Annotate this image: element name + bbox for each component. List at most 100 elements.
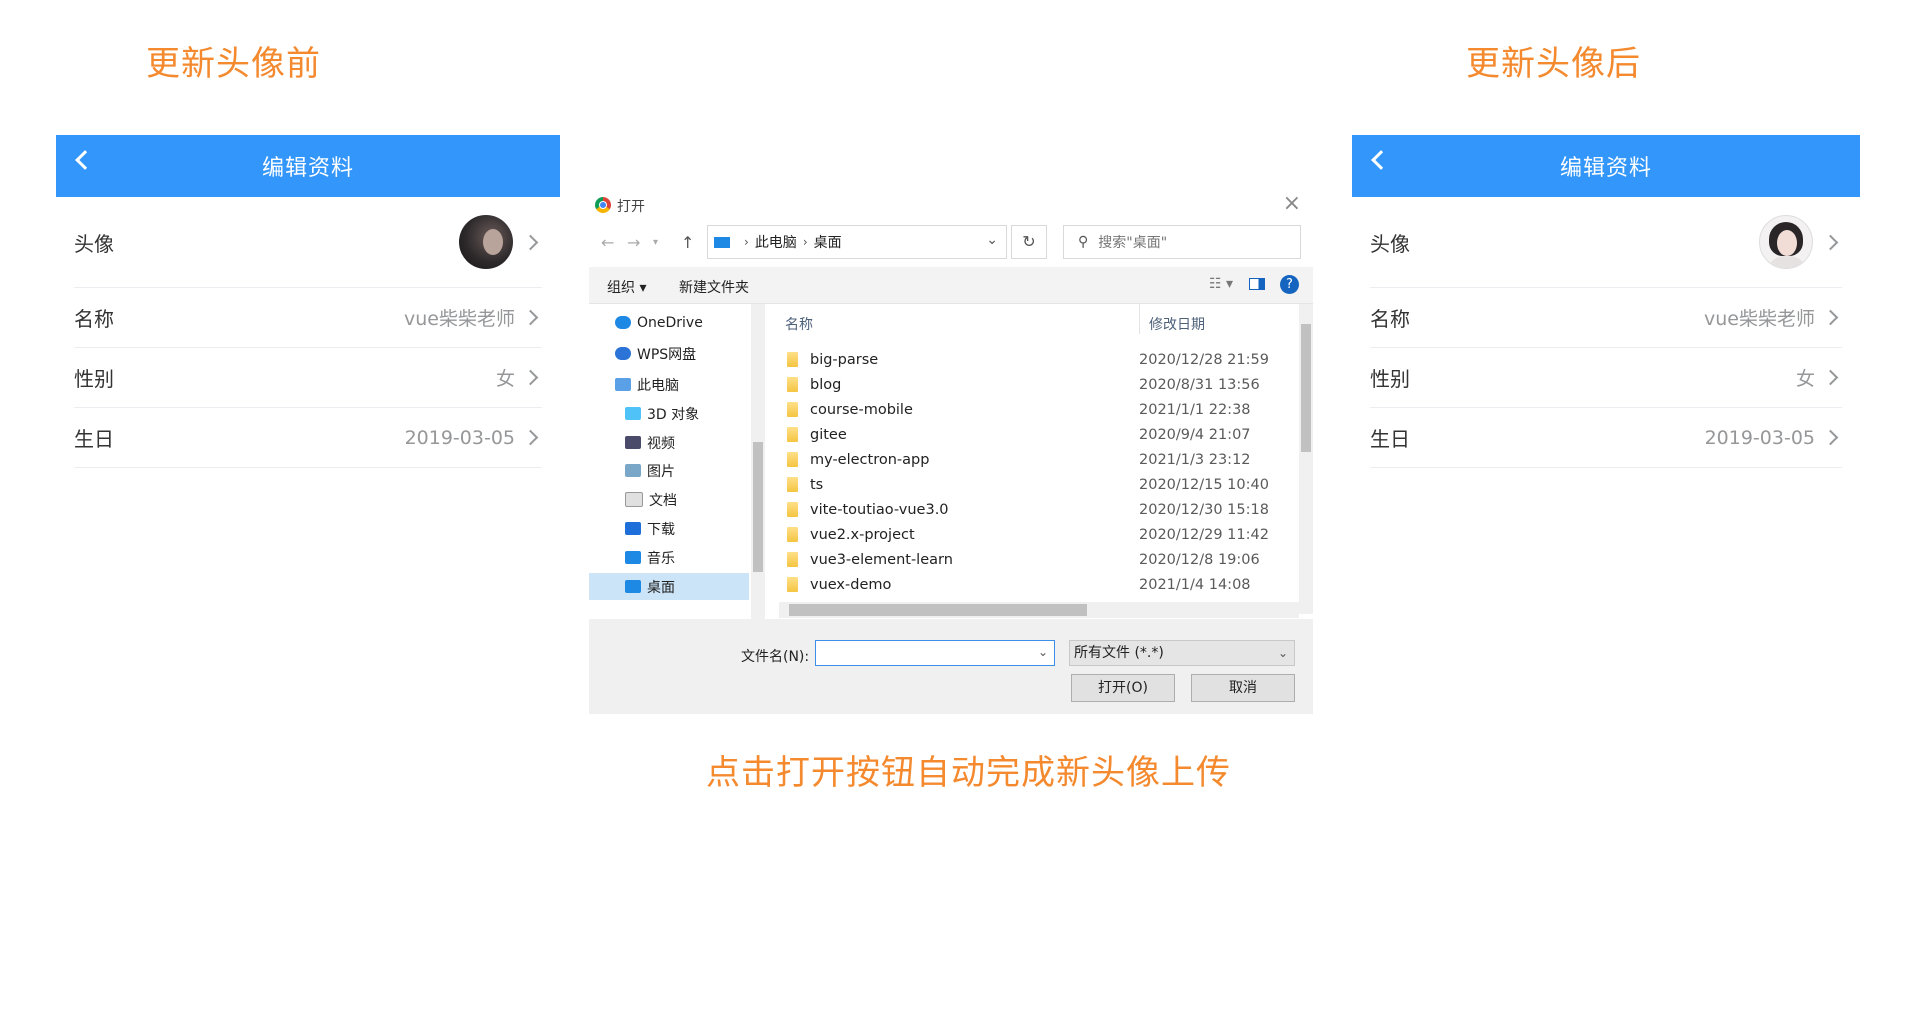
refresh-icon[interactable]: ↻ (1011, 225, 1047, 259)
file-row[interactable]: gitee 2020/9/4 21:07 (769, 422, 1289, 447)
nav-item-3d[interactable]: 3D 对象 (589, 400, 749, 427)
chrome-icon (595, 197, 611, 213)
chevron-right-icon (522, 309, 539, 326)
folder-icon (787, 402, 798, 417)
file-list-vertical-scrollbar[interactable] (1299, 304, 1313, 614)
profile-edit-before: 编辑资料 头像 名称 vue柴柴老师 性别 女 生日 2019-03-05 (56, 135, 560, 468)
file-row[interactable]: vue2.x-project 2020/12/29 11:42 (769, 522, 1289, 547)
caption-after: 更新头像后 (1466, 44, 1641, 84)
birthday-row[interactable]: 生日 2019-03-05 (74, 408, 542, 468)
gender-row[interactable]: 性别 女 (1370, 348, 1842, 408)
row-label: 头像 (74, 231, 114, 256)
dialog-title: 打开 (617, 199, 645, 215)
video-icon (625, 436, 641, 449)
nav-item-music[interactable]: 音乐 (589, 544, 749, 571)
avatar-row[interactable]: 头像 (1370, 197, 1842, 288)
back-arrow-icon[interactable] (1371, 150, 1391, 170)
picture-icon (625, 464, 641, 477)
breadcrumb-this-pc[interactable]: 此电脑 (755, 232, 797, 252)
download-icon (625, 522, 641, 535)
folder-icon (787, 577, 798, 592)
cancel-button[interactable]: 取消 (1191, 674, 1295, 702)
folder-icon (787, 452, 798, 467)
row-label: 生日 (1370, 427, 1410, 451)
file-row[interactable]: my-electron-app 2021/1/3 23:12 (769, 447, 1289, 472)
folder-icon (787, 552, 798, 567)
breadcrumb-desktop[interactable]: 桌面 (814, 232, 842, 252)
chevron-right-icon: › (744, 235, 749, 249)
file-row[interactable]: blog 2020/8/31 13:56 (769, 372, 1289, 397)
help-icon[interactable]: ? (1280, 275, 1299, 294)
nav-item-desktop[interactable]: 桌面 (589, 573, 749, 600)
chevron-down-icon: ⌄ (1277, 646, 1288, 660)
filename-input[interactable]: ⌄ (815, 640, 1055, 666)
nav-item-video[interactable]: 视频 (589, 429, 749, 456)
forward-icon[interactable]: → (627, 233, 640, 252)
filetype-select[interactable]: 所有文件 (*.*) ⌄ (1069, 640, 1295, 666)
organize-menu[interactable]: 组织 ▾ (607, 277, 646, 297)
nav-item-wps[interactable]: WPS网盘 (589, 340, 749, 367)
back-icon[interactable]: ← (601, 233, 614, 252)
search-input[interactable]: ⚲ 搜索"桌面" (1063, 225, 1301, 259)
cube-icon (625, 407, 641, 420)
file-row[interactable]: course-mobile 2021/1/1 22:38 (769, 397, 1289, 422)
file-row[interactable]: vuex-demo 2021/1/4 14:08 (769, 572, 1289, 597)
nav-item-downloads[interactable]: 下载 (589, 515, 749, 542)
nav-item-onedrive[interactable]: OneDrive (589, 309, 749, 336)
column-header-name[interactable]: 名称 (785, 314, 813, 334)
file-row[interactable]: vite-toutiao-vue3.0 2020/12/30 15:18 (769, 497, 1289, 522)
row-label: 性别 (74, 367, 114, 391)
nav-scrollbar[interactable] (751, 304, 765, 624)
folder-icon (787, 352, 798, 367)
birthday-row[interactable]: 生日 2019-03-05 (1370, 408, 1842, 468)
file-list-horizontal-scrollbar[interactable] (779, 602, 1299, 618)
folder-icon (787, 527, 798, 542)
avatar (459, 215, 513, 269)
file-row[interactable]: big-parse 2020/12/28 21:59 (769, 347, 1289, 372)
file-row[interactable]: ts 2020/12/15 10:40 (769, 472, 1289, 497)
row-label: 生日 (74, 427, 114, 451)
view-options-icon[interactable]: ☷ ▾ (1209, 276, 1233, 292)
search-icon: ⚲ (1078, 234, 1089, 250)
row-label: 性别 (1370, 367, 1410, 391)
chevron-right-icon (522, 234, 539, 250)
nav-item-this-pc[interactable]: 此电脑 (589, 371, 749, 398)
avatar (1759, 215, 1813, 269)
path-breadcrumb[interactable]: › 此电脑 › 桌面 ⌄ (707, 225, 1007, 259)
close-icon[interactable]: × (1283, 191, 1301, 216)
preview-pane-icon[interactable] (1249, 278, 1265, 290)
chevron-right-icon: › (802, 235, 808, 249)
nav-title: 编辑资料 (261, 156, 354, 181)
open-button[interactable]: 打开(O) (1071, 674, 1175, 702)
back-arrow-icon[interactable] (75, 150, 95, 170)
row-value: vue柴柴老师 (404, 308, 515, 330)
dialog-titlebar: 打开 × (589, 189, 1313, 221)
nav-bar: 编辑资料 (56, 135, 560, 197)
up-icon[interactable]: ↑ (681, 233, 694, 252)
history-dropdown-icon[interactable]: ▾ (653, 237, 658, 248)
nav-item-pictures[interactable]: 图片 (589, 457, 749, 484)
new-folder-button[interactable]: 新建文件夹 (679, 277, 749, 297)
row-label: 名称 (1370, 307, 1410, 331)
column-header-date[interactable]: 修改日期 (1149, 314, 1205, 334)
name-row[interactable]: 名称 vue柴柴老师 (74, 288, 542, 348)
dialog-toolbar: 组织 ▾ 新建文件夹 ☷ ▾ ? (589, 267, 1313, 304)
dialog-footer: 文件名(N): ⌄ 所有文件 (*.*) ⌄ 打开(O) 取消 (589, 619, 1313, 714)
name-row[interactable]: 名称 vue柴柴老师 (1370, 288, 1842, 348)
gender-row[interactable]: 性别 女 (74, 348, 542, 408)
caption-before: 更新头像前 (146, 44, 321, 84)
cloud-icon (615, 316, 631, 329)
navigation-pane: OneDrive WPS网盘 此电脑 3D 对象 视频 图片 文档 下载 音乐 … (589, 304, 749, 624)
profile-edit-after: 编辑资料 头像 名称 vue柴柴老师 性别 女 生日 2019-03-05 (1352, 135, 1860, 468)
file-row[interactable]: vue3-element-learn 2020/12/8 19:06 (769, 547, 1289, 572)
nav-title: 编辑资料 (1559, 156, 1652, 181)
avatar-row[interactable]: 头像 (74, 197, 542, 288)
nav-item-documents[interactable]: 文档 (589, 486, 749, 513)
chevron-down-icon[interactable]: ⌄ (1038, 645, 1048, 659)
row-value: 2019-03-05 (404, 426, 515, 449)
document-icon (625, 492, 643, 507)
chevron-down-icon[interactable]: ⌄ (986, 232, 998, 248)
desktop-icon (625, 580, 641, 593)
folder-icon (787, 377, 798, 392)
chevron-right-icon (1822, 369, 1839, 386)
